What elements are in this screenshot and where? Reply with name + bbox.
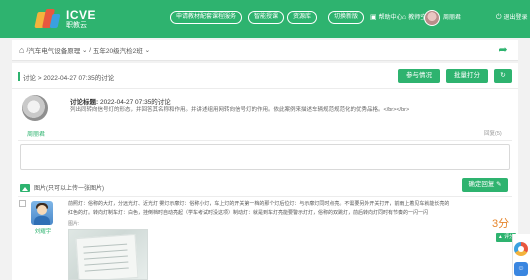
- top-navigation-bar: ICVE 职教云 申请教材配套课程服务 智能授课 资源库 切换新版 ▣ 帮助中心…: [0, 0, 530, 38]
- app-launcher-icon[interactable]: [514, 242, 528, 256]
- discussion-toolbar: 讨论 > 2022-04-27 07:35的讨论 参与情况 批量打分 ↻: [12, 63, 518, 89]
- nav-apply-textbook-service[interactable]: 申请教材配套课程服务: [170, 11, 243, 24]
- logo-text-cn: 职教云: [66, 22, 87, 29]
- home-icon[interactable]: ⌂: [19, 45, 24, 55]
- breadcrumb: ⌂ / 汽车电气设备原理 ⌄ / 五年20级汽检2班 ⌄: [12, 40, 518, 61]
- reply-image-label: 图片:: [68, 221, 80, 227]
- reply-text: 前照灯：俗称的大灯，分远光灯、近光灯 雾灯示廓灯：俗称小灯，车上灯的开关第一档的…: [68, 200, 478, 218]
- author-name[interactable]: 周丽君: [23, 129, 49, 138]
- breadcrumb-class[interactable]: 五年20级汽检2班: [93, 45, 143, 55]
- reply-author-name[interactable]: 刘耀宇: [29, 227, 57, 235]
- image-upload[interactable]: 图片(只可以上传一张图片): [20, 183, 104, 192]
- username-link[interactable]: 周丽君: [443, 12, 461, 24]
- power-icon: ⏻: [496, 14, 502, 21]
- author-avatar: [22, 95, 48, 121]
- logout-link[interactable]: ⏻ 退出登录: [496, 12, 528, 24]
- participation-button[interactable]: 参与情况: [398, 69, 440, 83]
- reply-text-line: 红色的灯。转向灯制车灯：白色，挂倒档时自动亮起（学车考试时没这项）制动灯：就是到…: [68, 210, 429, 216]
- batch-score-button[interactable]: 批量打分: [446, 69, 488, 83]
- icve-logo[interactable]: ICVE 职教云: [34, 6, 97, 32]
- nav-switch-new-version[interactable]: 切换新版: [328, 11, 365, 24]
- discussion-breadcrumb: 讨论 > 2022-04-27 07:35的讨论: [23, 75, 115, 82]
- help-center-link[interactable]: ▣ 帮助中心: [370, 12, 403, 24]
- reply-select-checkbox[interactable]: [19, 200, 26, 207]
- submit-reply-button[interactable]: 确定回复 ✎: [462, 178, 508, 192]
- logout-label: 退出登录: [503, 15, 528, 21]
- nav-resource-library[interactable]: 资源库: [287, 11, 318, 24]
- discussion-panel: 讨论 > 2022-04-27 07:35的讨论 参与情况 批量打分 ↻ 周丽君…: [12, 63, 518, 280]
- divider: [18, 140, 512, 141]
- reply-text-line: 前照灯：俗称的大灯，分远光灯、近光灯 雾灯示廓灯：俗称小灯，车上灯的开关第一档的…: [68, 201, 450, 207]
- divider: [18, 196, 512, 197]
- refresh-button[interactable]: ↻: [494, 69, 512, 83]
- breadcrumb-course[interactable]: 汽车电气设备原理: [28, 45, 80, 55]
- image-icon: [20, 183, 30, 192]
- back-arrow-icon[interactable]: ➦: [497, 44, 509, 56]
- help-center-label: 帮助中心: [378, 15, 403, 21]
- chat-icon[interactable]: ☺: [514, 262, 528, 276]
- reply-score: 3分: [492, 218, 510, 230]
- help-icon: ▣: [370, 14, 377, 21]
- user-avatar[interactable]: [424, 10, 440, 26]
- reply-image-thumbnail[interactable]: [68, 229, 148, 280]
- topic-body: 列出同转向信号灯的形态，并回答其名称和作用。并讲述组用网转向信号灯的作用。依此案…: [70, 107, 410, 113]
- accent-bar: [18, 72, 20, 81]
- logo-mark-icon: [34, 8, 61, 30]
- reply-author-avatar: [31, 201, 53, 225]
- image-upload-hint: 图片(只可以上传一张图片): [34, 186, 104, 192]
- logo-text-en: ICVE: [66, 8, 97, 22]
- nav-smart-teaching[interactable]: 智能授课: [248, 11, 285, 24]
- reply-textarea[interactable]: [20, 144, 510, 170]
- reply-count: 回复(5): [484, 131, 502, 137]
- home-icon: ⌂: [402, 14, 407, 21]
